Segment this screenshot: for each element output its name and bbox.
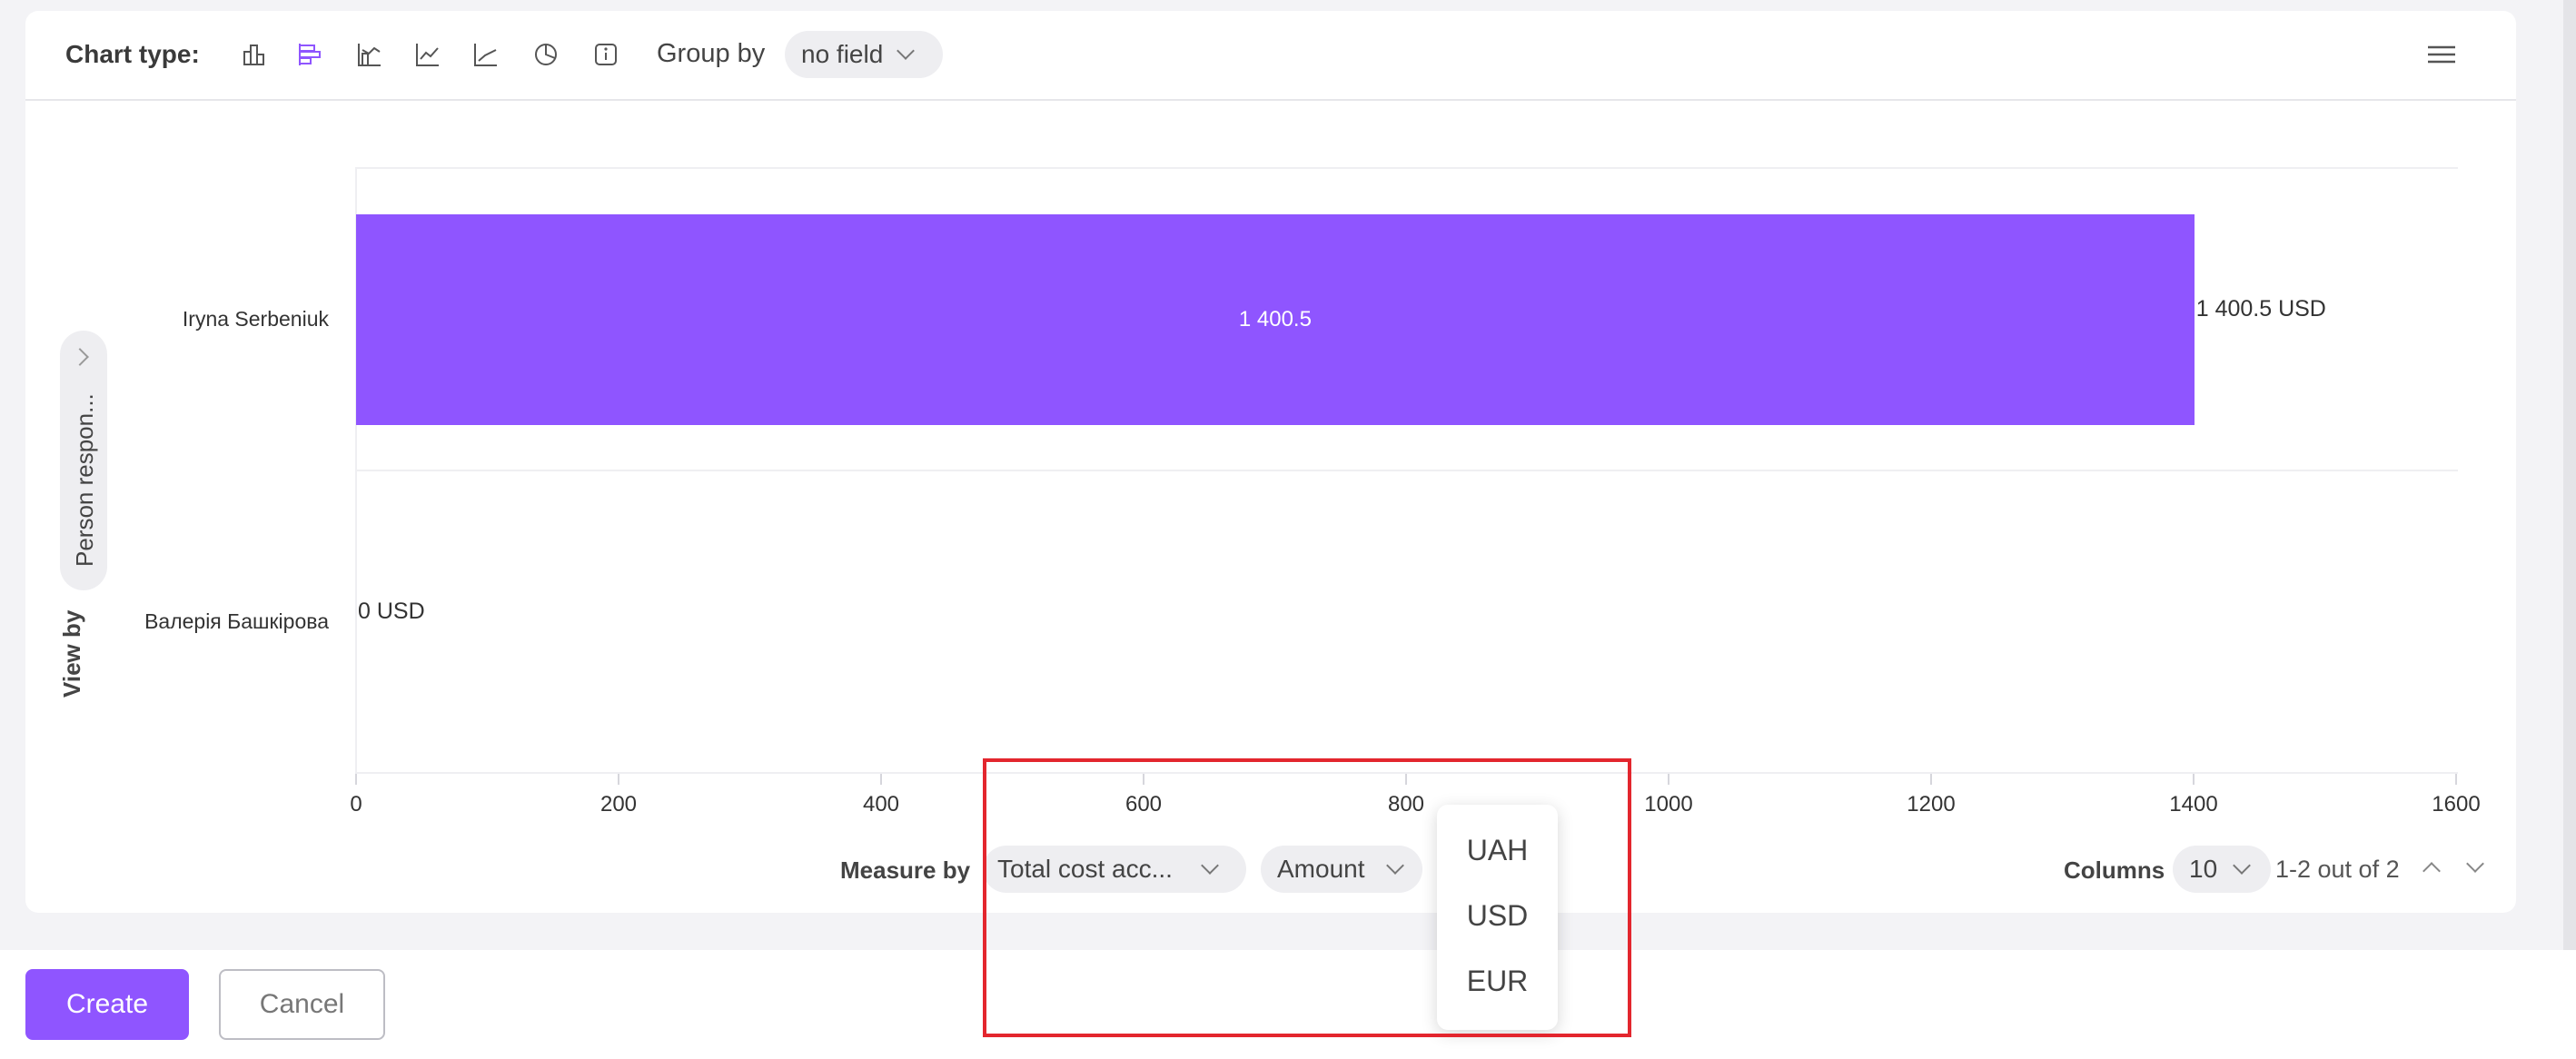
info-icon[interactable] bbox=[590, 38, 622, 71]
horizontal-bar-chart-icon[interactable] bbox=[294, 38, 327, 71]
chevron-right-icon bbox=[71, 348, 89, 366]
group-by-value: no field bbox=[801, 40, 884, 68]
x-axis-tick bbox=[1930, 774, 1932, 785]
x-axis-tick bbox=[355, 774, 357, 785]
view-by-value: Person respon... bbox=[71, 393, 98, 567]
x-axis-tick bbox=[618, 774, 619, 785]
chevron-down-icon bbox=[897, 42, 916, 60]
x-axis-tick-label: 400 bbox=[862, 792, 900, 817]
group-by-label: Group by bbox=[657, 39, 766, 68]
x-axis-tick bbox=[2455, 774, 2457, 785]
measure-by-label: Measure by bbox=[840, 856, 971, 884]
scrollbar[interactable] bbox=[2563, 0, 2576, 950]
area-chart-icon[interactable] bbox=[353, 38, 386, 71]
x-axis-tick-label: 200 bbox=[599, 792, 638, 817]
group-by-select[interactable]: no field bbox=[785, 31, 943, 78]
grid-line bbox=[356, 470, 2458, 471]
toolbar-divider bbox=[25, 99, 2516, 101]
cancel-button[interactable]: Cancel bbox=[219, 969, 385, 1040]
grid-line bbox=[356, 167, 2458, 169]
category-label: Валерія Башкірова bbox=[144, 609, 329, 633]
x-axis-tick-label: 0 bbox=[350, 792, 362, 817]
x-axis-tick-label: 1600 bbox=[2432, 792, 2481, 817]
x-axis-tick bbox=[2193, 774, 2195, 785]
x-axis-tick bbox=[880, 774, 882, 785]
hamburger-menu-icon[interactable] bbox=[2425, 38, 2458, 71]
columns-value: 10 bbox=[2189, 855, 2218, 883]
stacked-line-chart-icon[interactable] bbox=[470, 38, 502, 71]
create-button[interactable]: Create bbox=[25, 969, 189, 1040]
bar-chart-icon[interactable] bbox=[238, 38, 271, 71]
chart-type-label: Chart type: bbox=[65, 40, 200, 68]
data-value-label: 1 400.5 USD bbox=[2195, 296, 2326, 322]
highlight-box bbox=[983, 758, 1631, 1037]
chevron-down-icon bbox=[2233, 856, 2252, 875]
pagination-range: 1-2 out of 2 bbox=[2275, 856, 2400, 883]
x-axis-tick-label: 1400 bbox=[2169, 792, 2218, 817]
view-by-select[interactable]: Person respon... bbox=[60, 331, 107, 590]
bar-inner-label: 1 400.5 bbox=[1238, 307, 1312, 332]
pie-chart-icon[interactable] bbox=[530, 38, 562, 71]
x-axis-tick-label: 1200 bbox=[1907, 792, 1956, 817]
category-label: Iryna Serbeniuk bbox=[182, 307, 329, 331]
line-chart-icon[interactable] bbox=[411, 38, 444, 71]
columns-select[interactable]: 10 bbox=[2173, 846, 2271, 893]
columns-label: Columns bbox=[2064, 856, 2165, 884]
x-axis-tick bbox=[1668, 774, 1669, 785]
data-value-label: 0 USD bbox=[358, 599, 425, 624]
